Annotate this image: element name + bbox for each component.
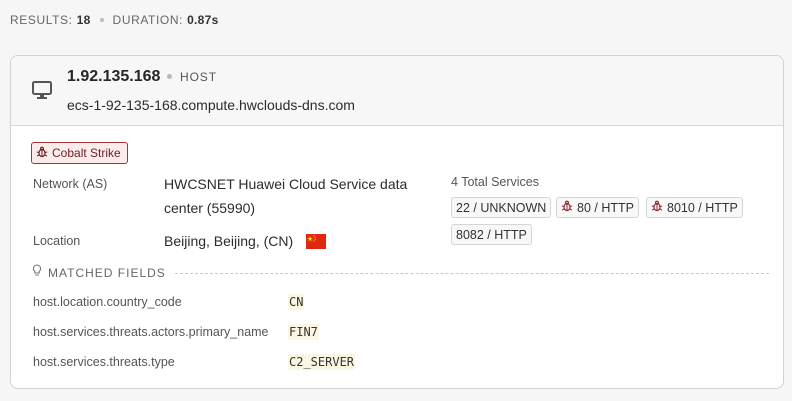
service-tag-8082[interactable]: 8082 / HTTP [451, 224, 532, 245]
matched-field-value: FIN7 [288, 324, 319, 340]
hostname: ecs-1-92-135-168.compute.hwclouds-dns.co… [67, 97, 355, 113]
location-text: Beijing, Beijing, (CN) [164, 233, 294, 249]
card-header: 1.92.135.168 HOST ecs-1-92-135-168.compu… [11, 56, 783, 126]
duration-value: 0.87s [187, 13, 219, 27]
service-tag-8010[interactable]: 8010 / HTTP [646, 197, 743, 218]
network-value-line1: HWCSNET Huawei Cloud Service data [164, 176, 408, 192]
service-label: 8082 / HTTP [456, 227, 527, 242]
matched-fields-header: MATCHED FIELDS [32, 264, 769, 282]
host-type-label: HOST [180, 70, 217, 84]
threat-tag-label: Cobalt Strike [52, 146, 121, 160]
service-label: 8010 / HTTP [667, 200, 738, 215]
threat-tag-cobalt-strike[interactable]: Cobalt Strike [31, 142, 128, 164]
host-result-card: 1.92.135.168 HOST ecs-1-92-135-168.compu… [10, 55, 784, 389]
separator-dot [99, 18, 104, 22]
network-label: Network (AS) [33, 177, 108, 191]
china-flag-icon [306, 232, 327, 256]
service-tag-80[interactable]: 80 / HTTP [556, 197, 639, 218]
network-value[interactable]: HWCSNET Huawei Cloud Service data center… [164, 172, 407, 220]
matched-field-key: host.services.threats.actors.primary_nam… [33, 325, 269, 339]
duration-label: DURATION: [112, 13, 184, 27]
separator-dot [167, 74, 172, 79]
bug-icon [651, 200, 663, 215]
matched-fields-label: MATCHED FIELDS [48, 266, 166, 280]
dashed-divider [174, 272, 769, 274]
location-value[interactable]: Beijing, Beijing, (CN) [164, 229, 327, 256]
network-value-line2: center (55990) [164, 200, 256, 216]
service-tag-22[interactable]: 22 / UNKNOWN [451, 197, 552, 218]
lightbulb-icon [32, 264, 42, 282]
matched-field-key: host.location.country_code [33, 295, 182, 309]
location-label: Location [33, 234, 81, 248]
matched-field-value: CN [288, 294, 305, 310]
bug-icon [36, 146, 48, 161]
matched-field-value: C2_SERVER [288, 354, 356, 370]
host-ip-link[interactable]: 1.92.135.168 [67, 68, 160, 86]
service-label: 22 / UNKNOWN [456, 200, 547, 215]
results-count: 18 [76, 13, 91, 27]
matched-field-key: host.services.threats.type [33, 355, 175, 369]
results-summary: RESULTS: 18 DURATION: 0.87s [10, 13, 219, 27]
results-label: RESULTS: [10, 13, 73, 27]
bug-icon [561, 200, 573, 215]
service-label: 80 / HTTP [577, 200, 634, 215]
total-services-label: 4 Total Services [451, 175, 540, 189]
monitor-icon [32, 81, 52, 105]
